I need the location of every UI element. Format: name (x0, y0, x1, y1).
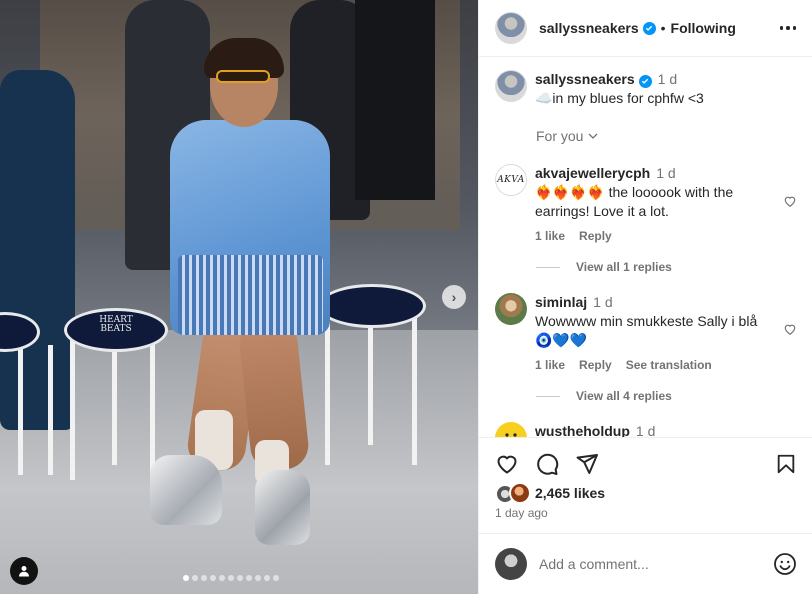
reply-button[interactable]: Reply (579, 358, 612, 372)
author-avatar[interactable] (495, 12, 527, 44)
stool-leg (368, 320, 373, 445)
divider (536, 266, 560, 268)
silver-sneaker (150, 455, 222, 525)
carousel-dot (228, 575, 234, 581)
for-you-label: For you (536, 128, 584, 144)
comment-text: Wowwww min smukkeste Sally i blå 🧿💙💙 (535, 313, 758, 348)
user-icon (19, 566, 29, 577)
carousel-dot (183, 575, 189, 581)
stool-seat (318, 284, 426, 328)
instagram-post-modal: HEART BEATS › sallyssneakers • Following… (0, 0, 812, 594)
post-date[interactable]: 1 day ago (495, 506, 548, 520)
carousel-dot (210, 575, 216, 581)
tagged-users-button[interactable] (10, 557, 38, 585)
caption-time[interactable]: 1 d (658, 71, 677, 87)
verified-badge-icon (642, 21, 656, 35)
caption-text: ☁️in my blues for cphfw <3 (535, 90, 704, 106)
stool-leg (112, 345, 117, 465)
carousel-dot (201, 575, 207, 581)
liker-avatar (509, 482, 531, 504)
comment: wustheholdup 1 d (495, 422, 797, 437)
comment-text: ❤️‍🔥❤️‍🔥❤️‍🔥❤️‍🔥 the loooook with the ea… (535, 184, 734, 219)
comment: AKVA akvajewellerycph 1 d ❤️‍🔥❤️‍🔥❤️‍🔥❤️‍… (495, 164, 797, 243)
verified-badge-icon (638, 74, 652, 88)
comments-list[interactable]: sallyssneakers 1 d ☁️in my blues for cphf… (479, 57, 812, 437)
heart-icon[interactable] (495, 452, 519, 476)
following-button[interactable]: Following (671, 20, 736, 36)
view-replies-label: View all 4 replies (576, 389, 672, 403)
post-details-panel: sallyssneakers • Following sallyssneaker… (478, 0, 812, 594)
comment-username[interactable]: akvajewellerycph (535, 165, 650, 181)
likes-count[interactable]: 2,465 likes (535, 485, 605, 501)
commenter-avatar[interactable] (495, 422, 527, 437)
likes-summary[interactable]: 2,465 likes (495, 482, 605, 504)
carousel-dot (246, 575, 252, 581)
chevron-down-icon (589, 133, 598, 139)
carousel-indicator (183, 575, 279, 581)
sunglasses (216, 70, 270, 83)
comment-likes[interactable]: 1 like (535, 229, 565, 243)
striped-skirt (178, 255, 323, 335)
comment-heart-icon[interactable] (783, 194, 797, 208)
view-replies-label: View all 1 replies (576, 260, 672, 274)
carousel-dot (264, 575, 270, 581)
view-replies-button[interactable]: View all 4 replies (536, 389, 672, 403)
carousel-dot (255, 575, 261, 581)
carousel-dot (219, 575, 225, 581)
carousel-dot (192, 575, 198, 581)
post-actions-area: 2,465 likes 1 day ago (479, 437, 812, 520)
emoji-icon[interactable] (773, 552, 797, 576)
send-icon[interactable] (575, 452, 599, 476)
carousel-dot (273, 575, 279, 581)
see-translation-button[interactable]: See translation (626, 358, 712, 372)
carousel-next-button[interactable]: › (442, 285, 466, 309)
comment-icon[interactable] (535, 452, 559, 476)
bookmark-icon[interactable] (775, 453, 797, 475)
view-replies-button[interactable]: View all 1 replies (536, 260, 672, 274)
post-header: sallyssneakers • Following (479, 0, 812, 57)
caption: sallyssneakers 1 d ☁️in my blues for cphf… (495, 70, 797, 108)
comment-likes[interactable]: 1 like (535, 358, 565, 372)
silver-sneaker (255, 470, 310, 545)
comment-time[interactable]: 1 d (593, 294, 612, 310)
comment-username[interactable]: wustheholdup (535, 423, 630, 437)
stool-leg (412, 315, 417, 465)
commenter-avatar[interactable] (495, 293, 527, 325)
comment-sort-dropdown[interactable]: For you (536, 128, 599, 144)
stool-leg (150, 340, 155, 480)
post-media[interactable]: HEART BEATS › (0, 0, 478, 594)
stool-leg (48, 345, 53, 475)
liker-avatars (495, 482, 535, 504)
current-user-avatar (495, 548, 527, 580)
comment-time[interactable]: 1 d (656, 165, 675, 181)
divider (536, 395, 560, 397)
comment-time[interactable]: 1 d (636, 423, 655, 437)
author-username[interactable]: sallyssneakers (539, 20, 639, 36)
comment-input[interactable] (539, 556, 759, 572)
background-person (355, 0, 435, 200)
add-comment-bar (479, 533, 812, 594)
commenter-avatar[interactable]: AKVA (495, 164, 527, 196)
author-avatar[interactable] (495, 70, 527, 102)
separator: • (660, 20, 666, 36)
comment: siminlaj 1 d Wowwww min smukkeste Sally i… (495, 293, 797, 372)
stool-leg (18, 345, 23, 475)
more-horizontal-icon[interactable] (779, 26, 796, 30)
comment-heart-icon[interactable] (783, 322, 797, 336)
comment-username[interactable]: siminlaj (535, 294, 587, 310)
stool-leg (70, 340, 75, 480)
stool-seat-label: HEART BEATS (99, 315, 133, 335)
background-person-blue-coat (0, 70, 75, 430)
smiley-icon (505, 433, 517, 437)
caption-username[interactable]: sallyssneakers (535, 71, 635, 87)
chevron-right-icon: › (451, 289, 457, 305)
reply-button[interactable]: Reply (579, 229, 612, 243)
stool-leg (325, 315, 330, 465)
carousel-dot (237, 575, 243, 581)
